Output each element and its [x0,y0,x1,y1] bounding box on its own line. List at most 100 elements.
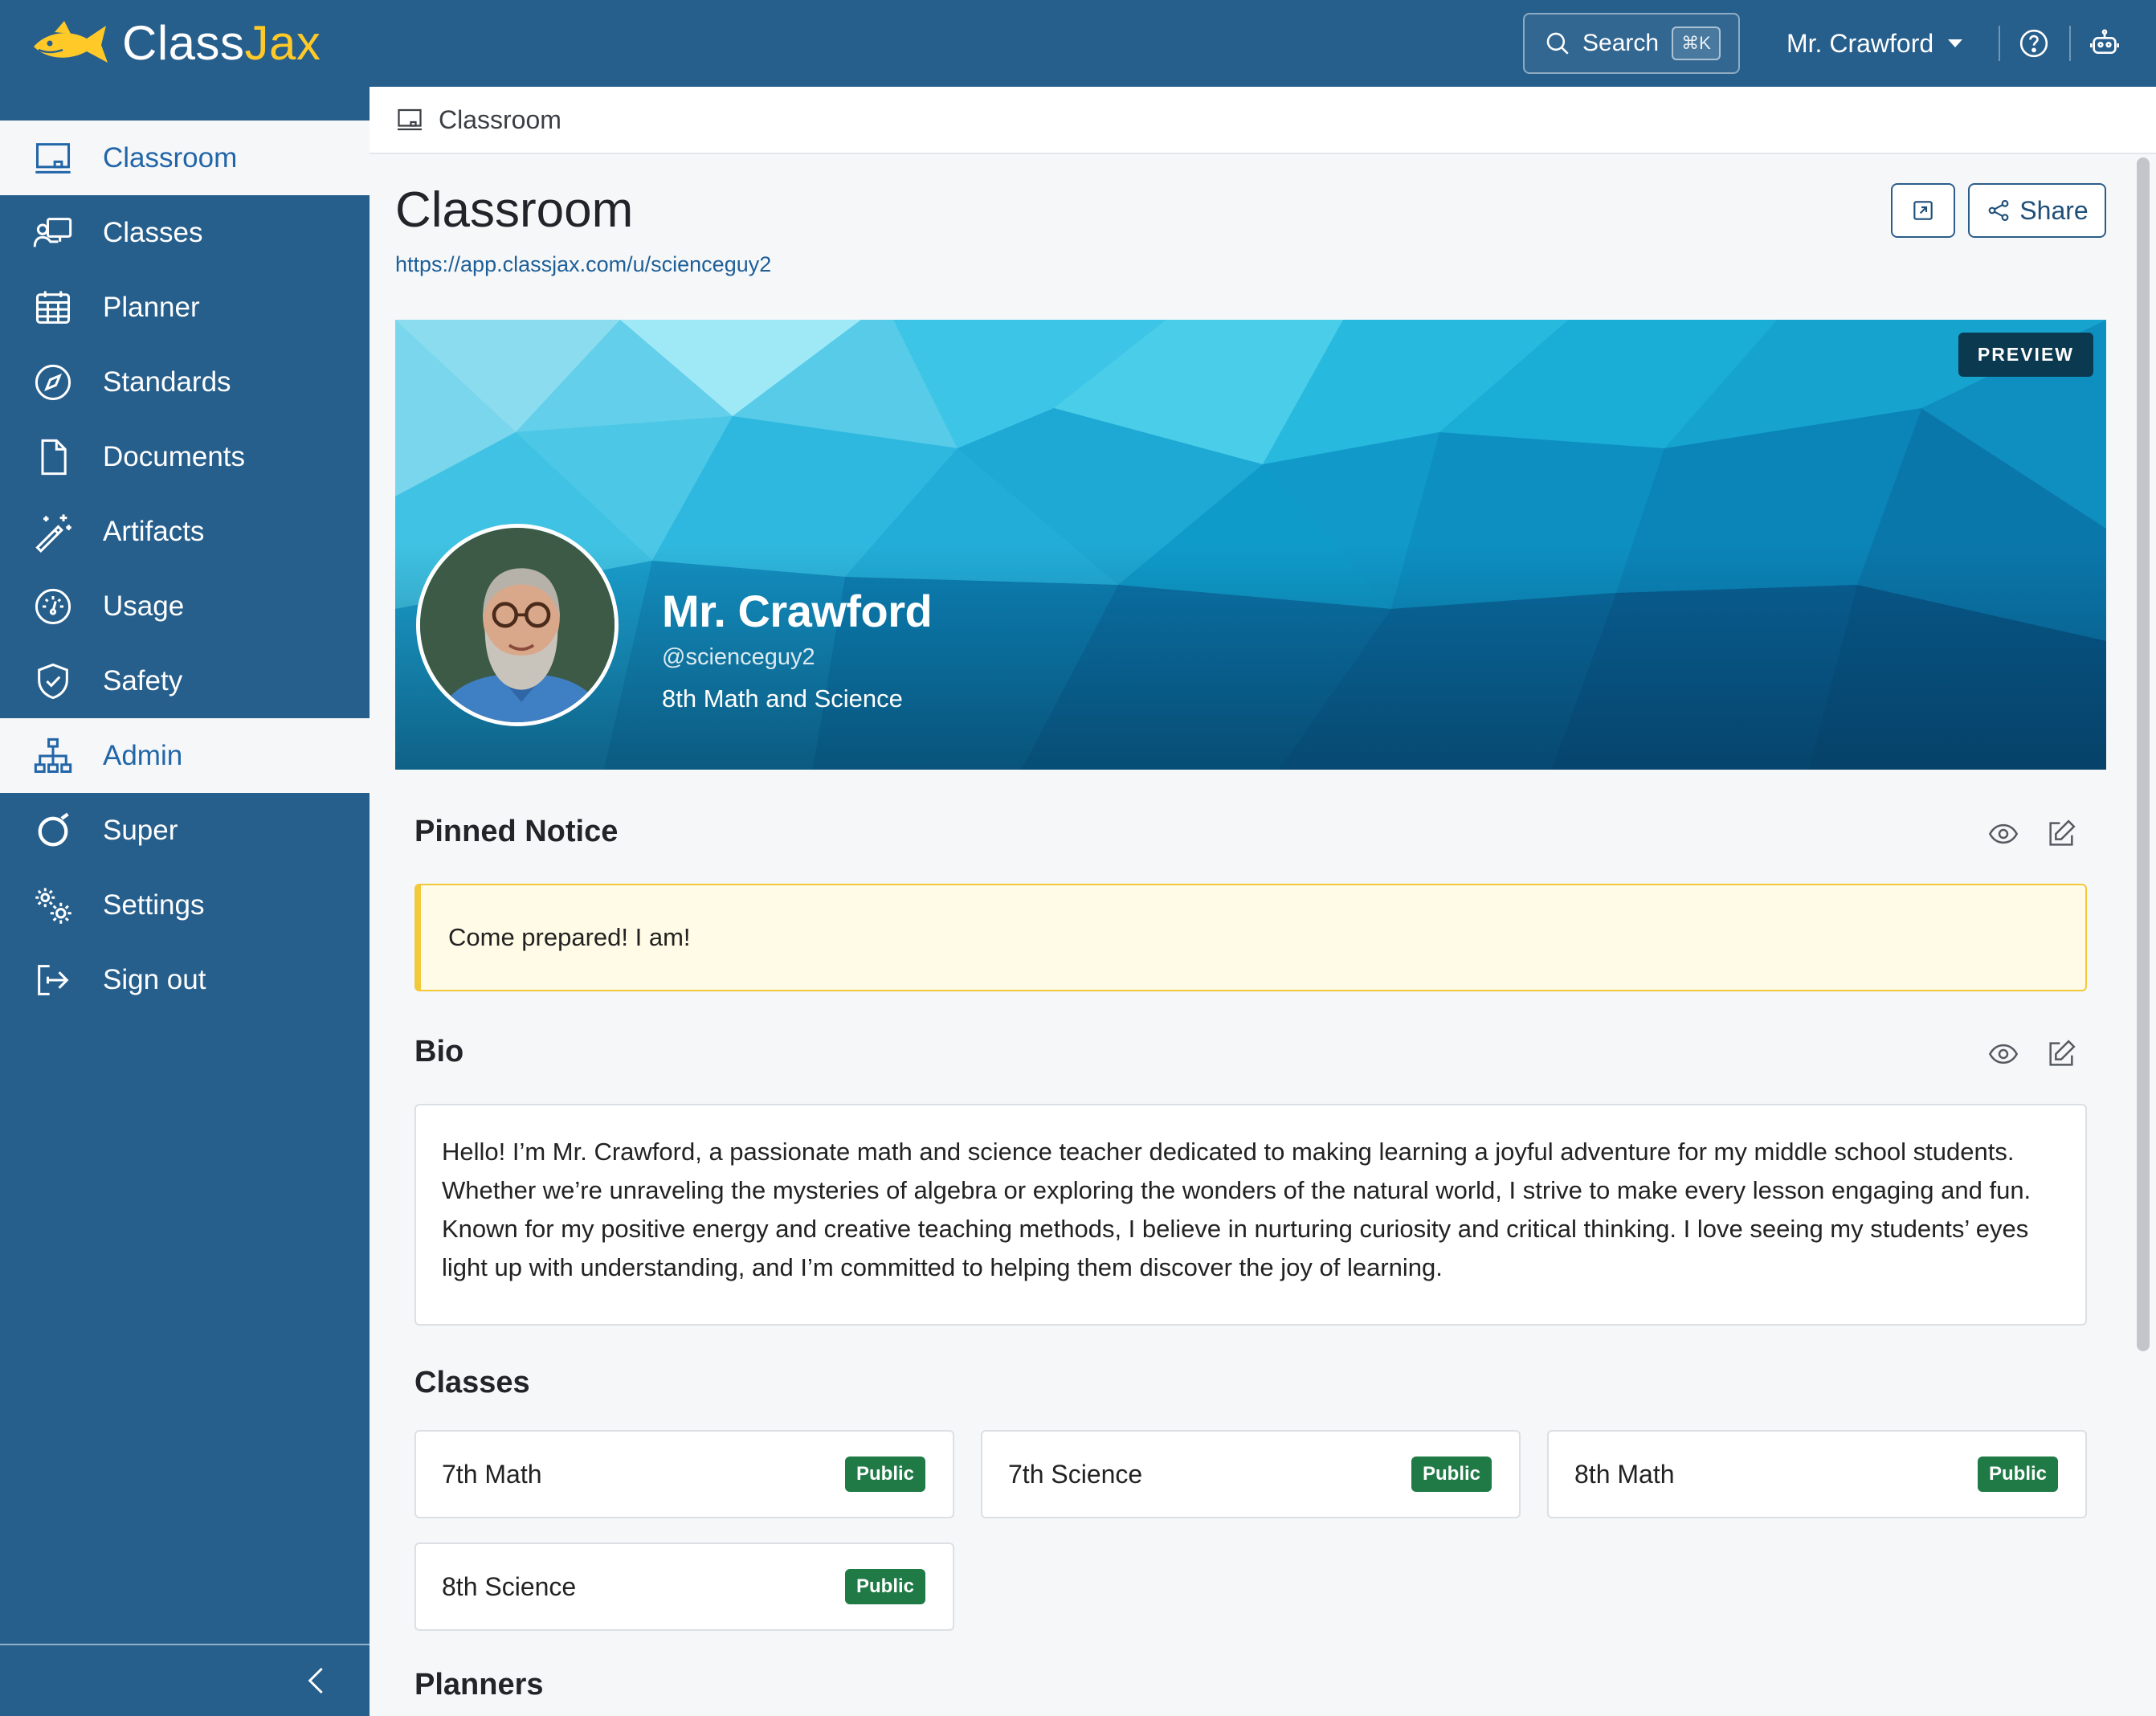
caret-down-icon [1948,39,1963,47]
sidebar-item-label: Usage [103,590,185,622]
sidebar-item-usage[interactable]: Usage [0,569,370,644]
sidebar-item-standards[interactable]: Standards [0,345,370,419]
ring-icon [38,812,69,846]
sidebar-item-admin[interactable]: Admin [0,718,370,793]
pinned-notice-text: Come prepared! I am! [448,923,691,951]
teacher-portrait-icon [420,528,615,722]
public-badge: Public [844,1457,925,1492]
brand-name-jax: Jax [244,15,321,70]
sidebar-item-label: Super [103,814,178,846]
pinned-notice-box: Come prepared! I am! [414,884,2087,991]
open-external-button[interactable] [1891,183,1955,238]
brand-name: ClassJax [122,15,321,71]
navbar-divider [2069,26,2071,61]
search-shortcut-badge: ⌘K [1672,27,1721,60]
robot-icon[interactable] [2089,27,2121,59]
whiteboard-icon [35,142,71,174]
compass-icon [35,364,71,400]
breadcrumb: Classroom [370,87,2156,154]
eye-icon[interactable] [1987,818,2019,850]
profile-handle: @scienceguy2 [662,644,815,670]
sidebar-item-classes[interactable]: Classes [0,195,370,270]
planners-heading: Planners [414,1668,544,1702]
share-button[interactable]: Share [1968,183,2106,238]
user-menu-dropdown[interactable]: Mr. Crawford [1786,24,1963,63]
class-name: 7th Science [1008,1459,1143,1489]
chevron-left-icon[interactable] [300,1663,333,1698]
class-card-7th-math[interactable]: 7th Math Public [414,1430,954,1518]
sidebar-item-label: Safety [103,664,183,697]
sidebar-item-super[interactable]: Super [0,793,370,868]
sidebar-menu: Classroom Classes Planner Standards Docu… [0,121,370,1017]
classes-heading: Classes [414,1366,530,1399]
brand-name-class: Class [122,15,245,70]
public-badge: Public [844,1569,925,1604]
sidebar-item-documents[interactable]: Documents [0,419,370,494]
sidebar-item-label: Standards [103,366,231,398]
classroom-public-url-link[interactable]: https://app.classjax.com/u/scienceguy2 [395,252,771,277]
sidebar-item-artifacts[interactable]: Artifacts [0,494,370,569]
sidebar-item-label: Documents [103,440,246,472]
sidebar-item-planner[interactable]: Planner [0,270,370,345]
sidebar-item-settings[interactable]: Settings [0,868,370,942]
preview-badge: PREVIEW [1958,333,2093,377]
breadcrumb-item-classroom[interactable]: Classroom [439,105,561,135]
top-navbar: ClassJax Search ⌘K Mr. Crawford [0,0,2156,87]
eye-icon[interactable] [1987,1038,2019,1070]
magic-wand-icon [35,513,71,553]
class-card-7th-science[interactable]: 7th Science Public [981,1430,1521,1518]
sidebar-item-label: Admin [103,739,183,771]
sidebar-item-sign-out[interactable]: Sign out [0,942,370,1017]
document-icon [41,439,67,475]
main-scrollbar-thumb[interactable] [2137,157,2150,1351]
pinned-notice-heading: Pinned Notice [414,815,619,848]
navbar-divider [1999,26,2000,61]
calendar-icon [35,290,71,324]
sidebar-item-label: Sign out [103,963,206,995]
share-button-label: Share [2019,195,2089,225]
share-icon [1988,199,2009,222]
sidebar: Classroom Classes Planner Standards Docu… [0,87,370,1716]
bio-text: Hello! I’m Mr. Crawford, a passionate ma… [442,1138,2031,1281]
external-link-icon [1913,201,1933,220]
class-card-8th-math[interactable]: 8th Math Public [1547,1430,2087,1518]
sidebar-item-classroom[interactable]: Classroom [0,121,370,195]
public-badge: Public [1977,1457,2058,1492]
class-name: 7th Math [442,1459,542,1489]
whiteboard-icon [398,108,422,131]
sidebar-item-label: Planner [103,291,200,323]
shield-check-icon [38,663,68,699]
bio-text-box: Hello! I’m Mr. Crawford, a passionate ma… [414,1104,2087,1326]
page-title: Classroom [395,182,634,238]
teacher-board-icon [33,217,72,247]
search-button[interactable]: Search ⌘K [1523,13,1740,74]
profile-role: 8th Math and Science [662,684,903,713]
low-poly-banner-background [395,320,2106,770]
bio-heading: Bio [414,1035,464,1068]
brand-logo-link[interactable]: ClassJax [31,14,321,71]
classjax-fish-logo-icon [34,21,108,63]
org-chart-icon [34,737,72,773]
help-icon[interactable] [2018,27,2050,59]
class-card-8th-science[interactable]: 8th Science Public [414,1542,954,1631]
edit-icon[interactable] [2045,818,2077,850]
sign-out-icon [38,964,69,995]
search-label: Search [1582,30,1660,56]
sidebar-item-label: Settings [103,889,205,921]
sidebar-item-safety[interactable]: Safety [0,644,370,718]
sidebar-item-label: Classroom [103,141,238,174]
profile-banner: PREVIEW Mr. Crawford @scienceguy2 8th Ma… [395,320,2106,770]
user-menu-name: Mr. Crawford [1786,28,1934,58]
teacher-avatar [416,524,619,726]
sidebar-item-label: Artifacts [103,515,205,547]
sidebar-footer [0,1644,370,1716]
edit-icon[interactable] [2045,1038,2077,1070]
profile-name: Mr. Crawford [662,586,933,636]
class-name: 8th Science [442,1571,577,1601]
gears-icon [35,887,71,924]
class-name: 8th Math [1574,1459,1675,1489]
sidebar-item-label: Classes [103,216,203,248]
public-badge: Public [1411,1457,1492,1492]
gauge-icon [35,588,71,624]
search-icon [1546,32,1569,55]
